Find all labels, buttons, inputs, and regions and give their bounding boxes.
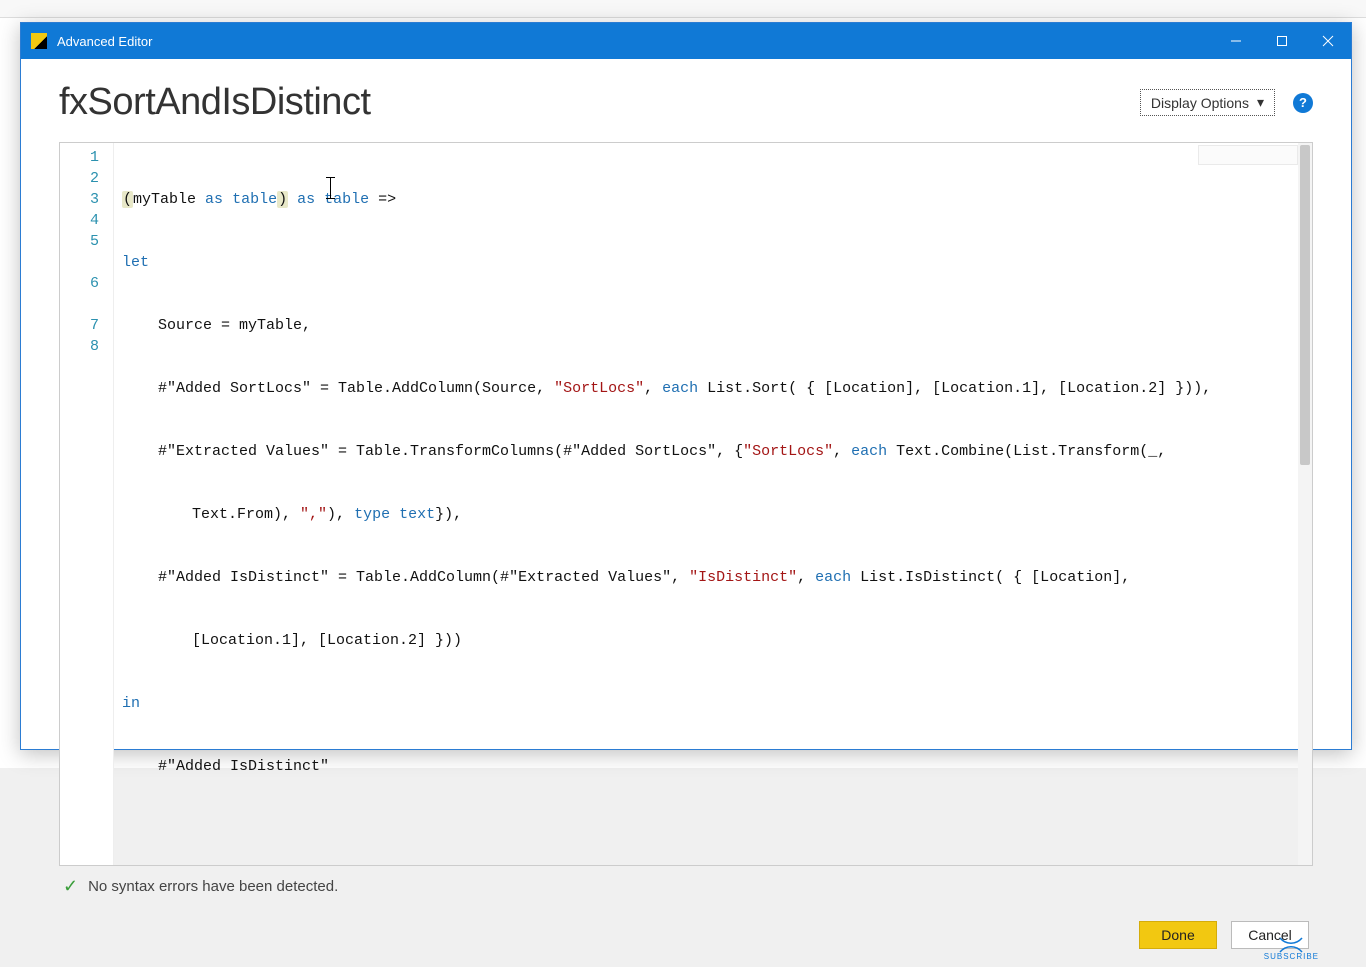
line-number: 5	[60, 231, 113, 252]
code-line: Source = myTable,	[122, 315, 1304, 336]
help-icon[interactable]: ?	[1293, 93, 1313, 113]
scrollbar-thumb[interactable]	[1300, 145, 1310, 465]
window-controls	[1213, 23, 1351, 59]
dialog-content: fxSortAndIsDistinct Display Options ▾ ? …	[21, 59, 1351, 967]
line-number: 7	[60, 315, 113, 336]
done-button[interactable]: Done	[1139, 921, 1217, 949]
maximize-button[interactable]	[1259, 23, 1305, 59]
check-icon: ✓	[63, 876, 78, 897]
code-line: in	[122, 693, 1304, 714]
minimize-button[interactable]	[1213, 23, 1259, 59]
line-number: 8	[60, 336, 113, 357]
code-editor[interactable]: 1 2 3 4 5 6 7 8 ((myTable myTable as tab…	[59, 142, 1313, 866]
app-logo-icon	[31, 33, 47, 49]
code-line: #"Added IsDistinct" = Table.AddColumn(#"…	[122, 567, 1304, 588]
line-number: 1	[60, 147, 113, 168]
window-title: Advanced Editor	[57, 34, 1213, 49]
line-number: 3	[60, 189, 113, 210]
vertical-scrollbar[interactable]	[1298, 143, 1312, 865]
line-number: 2	[60, 168, 113, 189]
line-number	[60, 294, 113, 315]
close-button[interactable]	[1305, 23, 1351, 59]
code-line: let	[122, 252, 1304, 273]
text-cursor-icon	[330, 177, 331, 199]
display-options-label: Display Options	[1151, 95, 1249, 111]
code-line: #"Added IsDistinct"	[122, 756, 1304, 777]
titlebar: Advanced Editor	[21, 23, 1351, 59]
dialog-footer: Done Cancel SUBSCRIBE	[59, 897, 1313, 949]
code-minimap[interactable]	[1198, 145, 1298, 165]
line-number-gutter: 1 2 3 4 5 6 7 8	[60, 143, 114, 865]
display-options-dropdown[interactable]: Display Options ▾	[1140, 89, 1275, 116]
syntax-status: ✓ No syntax errors have been detected.	[59, 866, 1313, 897]
code-line: #"Added SortLocs" = Table.AddColumn(Sour…	[122, 378, 1304, 399]
code-text-area[interactable]: ((myTable myTable as table) as table => …	[114, 143, 1312, 865]
advanced-editor-dialog: Advanced Editor fxSortAndIsDistinct Disp…	[20, 22, 1352, 750]
header-row: fxSortAndIsDistinct Display Options ▾ ?	[59, 81, 1313, 124]
code-line: [Location.1], [Location.2] }))	[122, 630, 1304, 651]
code-line: ((myTable myTable as table) as table =>	[122, 189, 1304, 210]
status-message: No syntax errors have been detected.	[88, 878, 338, 895]
line-number: 4	[60, 210, 113, 231]
subscribe-watermark: SUBSCRIBE	[1264, 936, 1319, 961]
chevron-down-icon: ▾	[1257, 94, 1264, 111]
background-ribbon	[0, 0, 1366, 18]
line-number: 6	[60, 273, 113, 294]
code-line: #"Extracted Values" = Table.TransformCol…	[122, 441, 1304, 462]
query-name: fxSortAndIsDistinct	[59, 81, 371, 124]
line-number	[60, 252, 113, 273]
code-line: Text.From), ","), type text}),	[122, 504, 1304, 525]
